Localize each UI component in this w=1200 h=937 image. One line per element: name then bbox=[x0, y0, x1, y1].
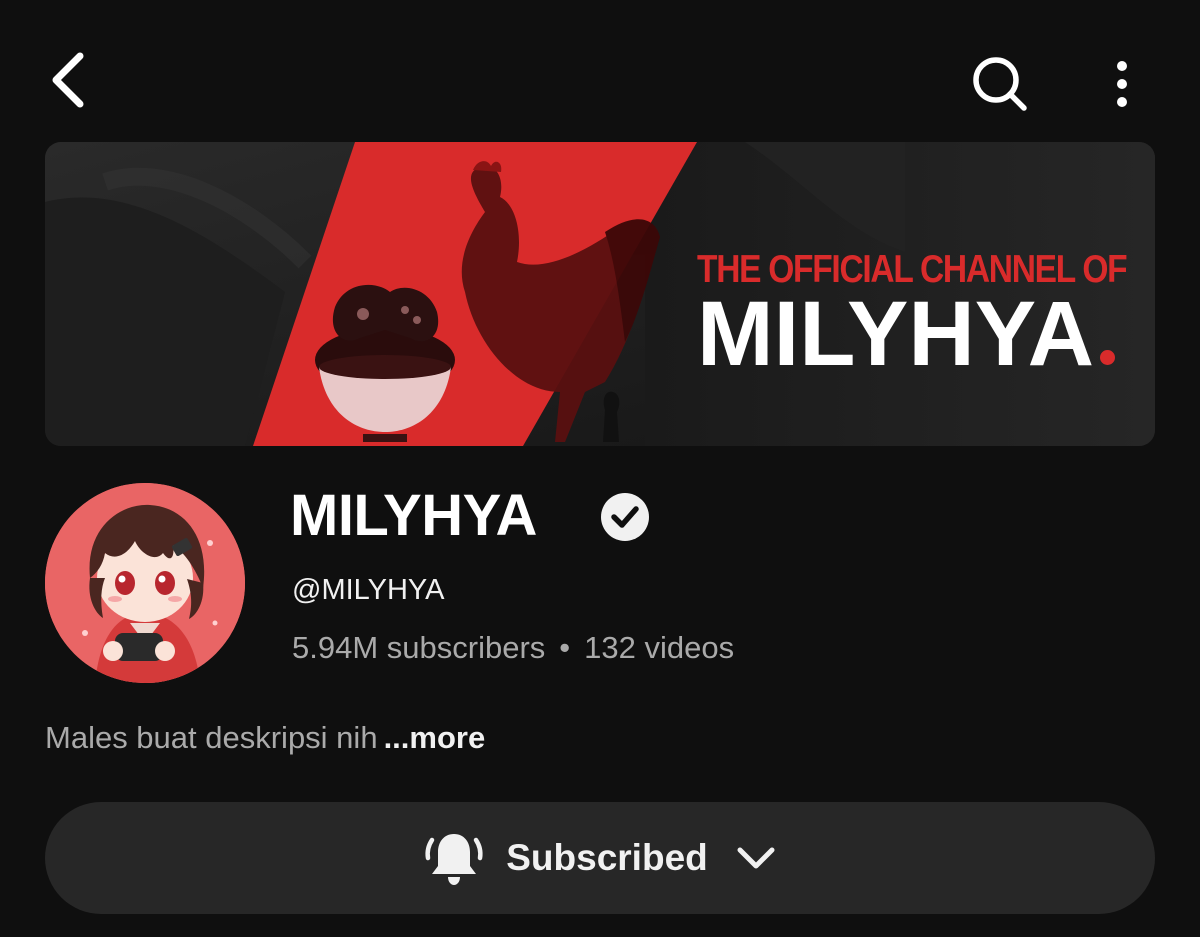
description-text: Males buat deskripsi nih bbox=[45, 720, 378, 755]
avatar-image bbox=[45, 483, 245, 683]
banner-kicker: THE OFFICIAL CHANNEL OF bbox=[697, 248, 1128, 291]
chevron-left-icon bbox=[52, 52, 84, 108]
more-options-button[interactable] bbox=[1096, 46, 1148, 122]
banner-accent-dot bbox=[1100, 350, 1116, 365]
verified-check-icon bbox=[601, 493, 649, 541]
banner-title-text: MILYHYA bbox=[697, 283, 1095, 385]
channel-banner: THE OFFICIAL CHANNEL OF MILYHYA bbox=[45, 142, 1155, 446]
channel-stats: 5.94M subscribers • 132 videos bbox=[292, 628, 734, 668]
subscribed-button[interactable]: Subscribed bbox=[45, 802, 1155, 914]
subscribed-label: Subscribed bbox=[506, 837, 708, 878]
channel-description[interactable]: Males buat deskripsi nih ...more bbox=[45, 718, 485, 758]
stats-separator: • bbox=[559, 630, 571, 665]
channel-avatar[interactable] bbox=[45, 483, 245, 683]
video-count: 132 videos bbox=[584, 630, 735, 665]
bell-all-notifications-icon bbox=[425, 834, 483, 885]
chevron-down-icon bbox=[737, 847, 775, 869]
channel-name: MILYHYA bbox=[290, 483, 537, 548]
description-more-link[interactable]: ...more bbox=[384, 720, 486, 755]
subscribed-button-content: Subscribed bbox=[422, 826, 778, 890]
banner-text: THE OFFICIAL CHANNEL OF MILYHYA bbox=[697, 248, 1155, 381]
banner-title: MILYHYA bbox=[697, 288, 1155, 380]
top-app-bar bbox=[0, 0, 1200, 140]
back-button[interactable] bbox=[36, 44, 100, 116]
channel-handle: @MILYHYA bbox=[292, 574, 445, 606]
search-button[interactable] bbox=[962, 46, 1038, 122]
more-vertical-icon bbox=[1117, 61, 1127, 107]
search-icon bbox=[973, 57, 1027, 111]
subscriber-count: 5.94M subscribers bbox=[292, 630, 546, 665]
